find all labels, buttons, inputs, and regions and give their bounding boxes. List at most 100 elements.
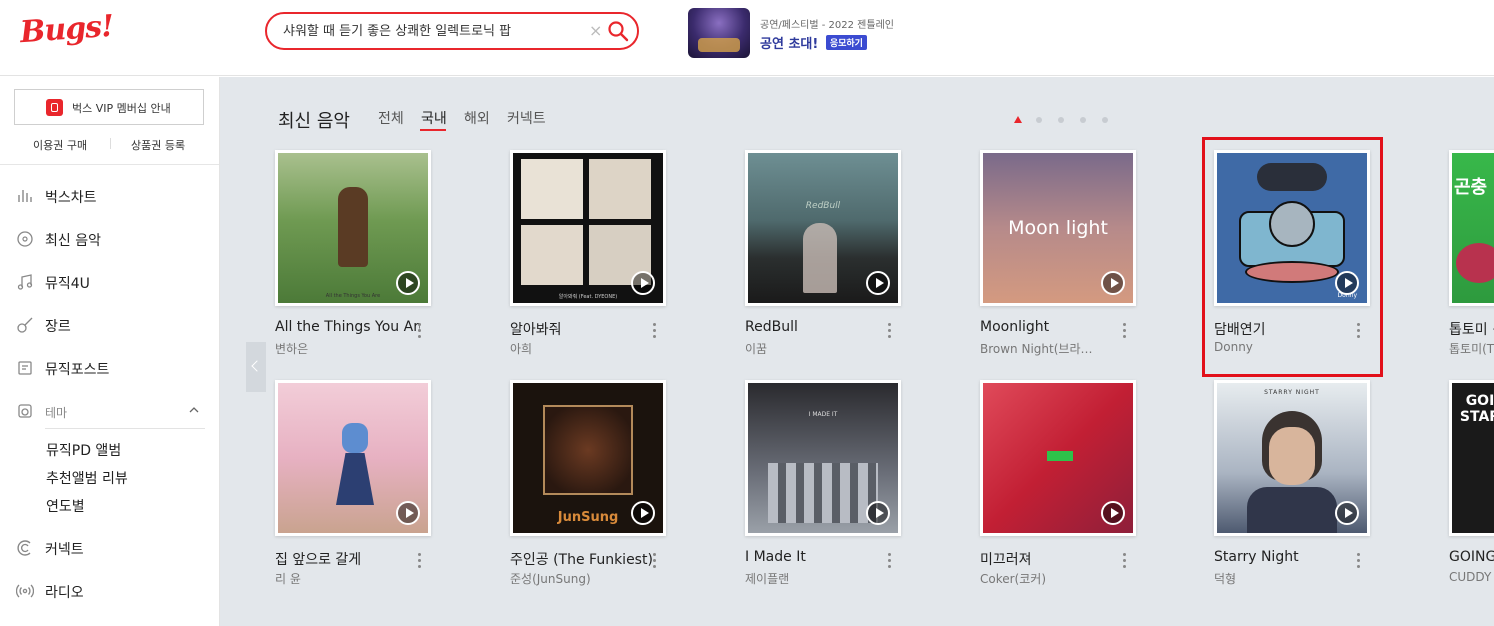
- album-title[interactable]: All the Things You Are: [275, 319, 420, 335]
- play-icon[interactable]: [631, 501, 655, 525]
- album-cover[interactable]: STARRY NIGHT: [1214, 380, 1370, 536]
- album-artist[interactable]: 제이플랜: [745, 570, 890, 587]
- play-icon[interactable]: [1101, 501, 1125, 525]
- album-cover[interactable]: GOI STAR: [1449, 380, 1494, 536]
- album-cover[interactable]: [275, 380, 431, 536]
- more-options-icon[interactable]: [886, 323, 892, 343]
- album-title[interactable]: Moonlight: [980, 319, 1125, 335]
- more-options-icon[interactable]: [416, 323, 422, 343]
- page-dot[interactable]: [1102, 117, 1108, 123]
- more-options-icon[interactable]: [416, 553, 422, 573]
- tab-all[interactable]: 전체: [378, 108, 404, 128]
- tab-overseas[interactable]: 해외: [464, 108, 490, 128]
- album-artist[interactable]: 이꿈: [745, 340, 890, 357]
- more-options-icon[interactable]: [1121, 553, 1127, 573]
- play-icon[interactable]: [631, 271, 655, 295]
- album-artist[interactable]: 톱토미(T: [1449, 340, 1494, 357]
- album-artist[interactable]: 덕형: [1214, 570, 1359, 587]
- album-artist[interactable]: CUDDY: [1449, 570, 1494, 584]
- more-options-icon[interactable]: [1355, 553, 1361, 573]
- promo-headline[interactable]: 공연 초대! 응모하기: [760, 33, 867, 52]
- buy-pass-link[interactable]: 이용권 구매: [33, 137, 87, 153]
- sidebar-subitem-album-review[interactable]: 추천앨범 리뷰: [46, 468, 128, 488]
- more-options-icon[interactable]: [1121, 323, 1127, 343]
- page-dot[interactable]: [1080, 117, 1086, 123]
- register-coupon-link[interactable]: 상품권 등록: [131, 137, 185, 153]
- more-options-icon[interactable]: [651, 323, 657, 343]
- sidebar-item-new-music[interactable]: 최신 음악: [16, 228, 206, 250]
- search-box[interactable]: ×: [265, 12, 639, 50]
- album-title[interactable]: 담배연기: [1214, 319, 1359, 339]
- album-card[interactable]: RedBull RedBull 이꿈: [745, 150, 945, 380]
- album-cover[interactable]: RedBull: [745, 150, 901, 306]
- album-card[interactable]: 미끄러져 Coker(코커): [980, 380, 1180, 610]
- album-artist[interactable]: Brown Night(브라…: [980, 340, 1125, 357]
- album-artist[interactable]: 리 윤: [275, 570, 420, 587]
- album-card[interactable]: JunSung 주인공 (The Funkiest) 준성(JunSung): [510, 380, 710, 610]
- album-cover[interactable]: Moon light: [980, 150, 1136, 306]
- page-dot[interactable]: [1058, 117, 1064, 123]
- album-card[interactable]: Moon light Moonlight Brown Night(브라…: [980, 150, 1180, 380]
- album-artist[interactable]: Donny: [1214, 340, 1359, 354]
- album-cover[interactable]: Donny: [1214, 150, 1370, 306]
- more-options-icon[interactable]: [651, 553, 657, 573]
- sidebar-item-genre[interactable]: 장르: [16, 314, 206, 336]
- album-cover[interactable]: JunSung: [510, 380, 666, 536]
- album-cover[interactable]: 곤충: [1449, 150, 1494, 306]
- sidebar-subitem-by-year[interactable]: 연도별: [46, 496, 85, 516]
- vip-membership-button[interactable]: 벅스 VIP 멤버십 안내: [14, 89, 204, 125]
- play-icon[interactable]: [1101, 271, 1125, 295]
- page-dot-active[interactable]: [1014, 116, 1022, 123]
- album-artist[interactable]: 아희: [510, 340, 655, 357]
- promo-banner[interactable]: 공연/페스티벌 - 2022 젠틀레인 공연 초대! 응모하기: [688, 8, 1008, 58]
- page-dot[interactable]: [1036, 117, 1042, 123]
- album-card[interactable]: 알아봐줘 (Feat. DYEONE) 알아봐줘 아희: [510, 150, 710, 380]
- more-options-icon[interactable]: [886, 553, 892, 573]
- clear-search-icon[interactable]: ×: [589, 21, 602, 40]
- promo-apply-badge[interactable]: 응모하기: [825, 35, 867, 50]
- album-title[interactable]: 알아봐줘: [510, 319, 655, 339]
- album-card[interactable]: GOI STAR GOING CUDDY: [1449, 380, 1494, 610]
- play-icon[interactable]: [396, 271, 420, 295]
- album-card[interactable]: 곤충 톱토미 · 톱토미(T: [1449, 150, 1494, 380]
- sidebar-subitem-musicpd[interactable]: 뮤직PD 앨범: [46, 440, 121, 460]
- play-icon[interactable]: [1335, 271, 1359, 295]
- album-cover[interactable]: I MADE IT: [745, 380, 901, 536]
- album-title[interactable]: 주인공 (The Funkiest): [510, 549, 655, 569]
- sidebar-item-music4u[interactable]: 뮤직4U: [16, 271, 206, 293]
- album-artist[interactable]: 변하은: [275, 340, 420, 357]
- album-card[interactable]: 집 앞으로 갈게 리 윤: [275, 380, 475, 610]
- album-title[interactable]: 집 앞으로 갈게: [275, 549, 420, 569]
- album-cover[interactable]: All the Things You Are: [275, 150, 431, 306]
- album-title[interactable]: GOING: [1449, 549, 1494, 565]
- album-card[interactable]: I MADE IT I Made It 제이플랜: [745, 380, 945, 610]
- more-options-icon[interactable]: [1355, 323, 1361, 343]
- sidebar-item-radio[interactable]: 라디오: [16, 580, 206, 602]
- sidebar-item-music-post[interactable]: 뮤직포스트: [16, 357, 206, 379]
- album-cover[interactable]: [980, 380, 1136, 536]
- tab-domestic[interactable]: 국내: [421, 108, 447, 128]
- album-card[interactable]: All the Things You Are All the Things Yo…: [275, 150, 475, 380]
- sidebar-item-chart[interactable]: 벅스차트: [16, 185, 206, 207]
- album-title[interactable]: 미끄러져: [980, 549, 1125, 569]
- album-title[interactable]: Starry Night: [1214, 549, 1359, 565]
- play-icon[interactable]: [866, 271, 890, 295]
- album-title[interactable]: I Made It: [745, 549, 890, 565]
- tab-connect[interactable]: 커넥트: [507, 108, 546, 128]
- play-icon[interactable]: [1335, 501, 1359, 525]
- carousel-prev-button[interactable]: [246, 342, 266, 392]
- sidebar-item-theme[interactable]: 테마: [16, 400, 206, 422]
- album-title[interactable]: RedBull: [745, 319, 890, 335]
- album-cover[interactable]: 알아봐줘 (Feat. DYEONE): [510, 150, 666, 306]
- album-card[interactable]: Donny 담배연기 Donny: [1214, 150, 1414, 380]
- album-title[interactable]: 톱토미 ·: [1449, 319, 1494, 339]
- promo-thumbnail[interactable]: [688, 8, 750, 58]
- album-artist[interactable]: Coker(코커): [980, 570, 1125, 587]
- play-icon[interactable]: [396, 501, 420, 525]
- search-input[interactable]: [283, 22, 583, 37]
- sidebar-item-connect[interactable]: 커넥트: [16, 537, 206, 559]
- album-artist[interactable]: 준성(JunSung): [510, 570, 655, 587]
- bugs-logo[interactable]: Bugs!: [19, 9, 114, 50]
- search-icon[interactable]: [607, 20, 629, 42]
- chevron-up-icon[interactable]: [188, 404, 200, 416]
